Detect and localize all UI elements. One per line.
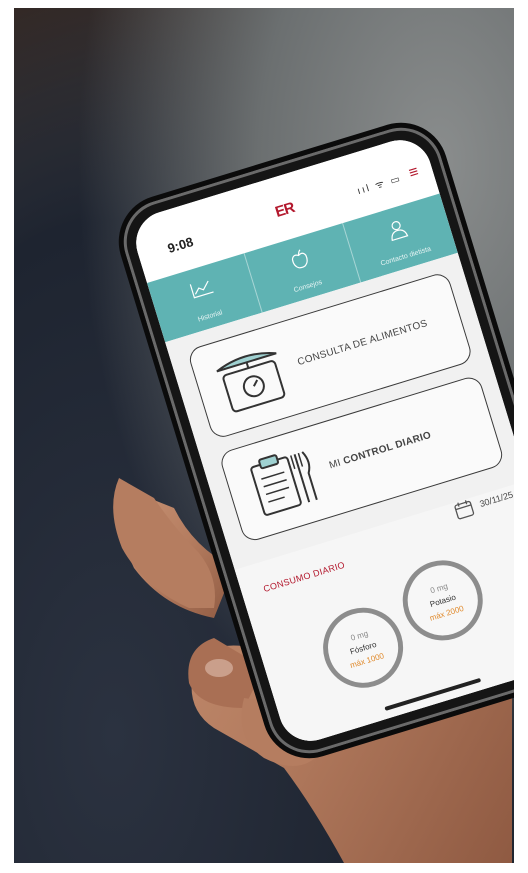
thumb xyxy=(113,478,215,608)
photo-background: 9:08 ııl ᯤ ▭ ER ≡ Historial Consejos Con… xyxy=(14,8,514,863)
